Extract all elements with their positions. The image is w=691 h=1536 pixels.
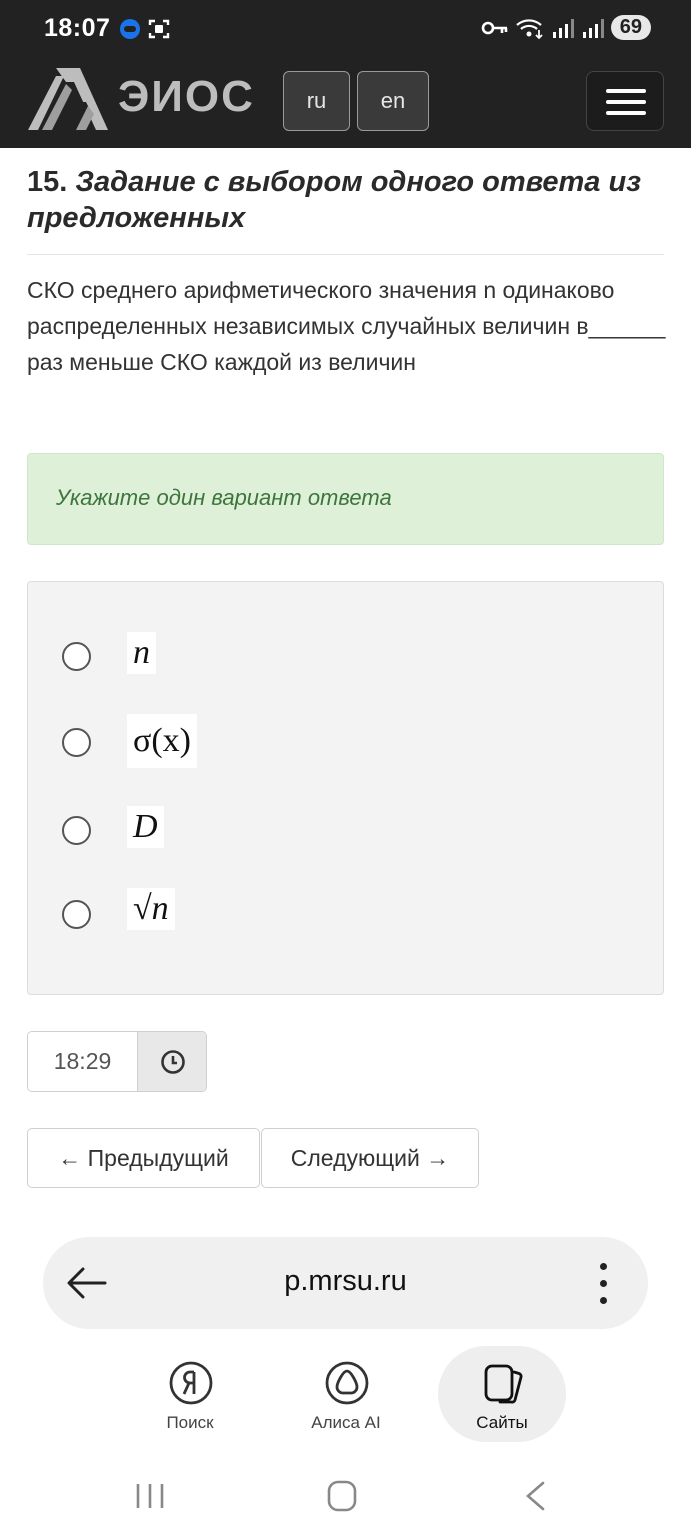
screenshot-icon bbox=[148, 19, 170, 39]
logo-icon[interactable] bbox=[26, 66, 110, 132]
previous-button[interactable]: ← Предыдущий bbox=[27, 1128, 260, 1188]
yandex-search-icon bbox=[169, 1361, 213, 1405]
alice-icon bbox=[325, 1361, 369, 1405]
tab-sites-label: Сайты bbox=[476, 1413, 528, 1432]
menu-button[interactable] bbox=[586, 71, 664, 131]
option-3[interactable]: D bbox=[62, 796, 462, 866]
question-title: 15. Задание с выбором одного ответа из п… bbox=[27, 164, 667, 236]
option-1-formula: n bbox=[127, 632, 156, 674]
address-bar[interactable]: p.mrsu.ru bbox=[43, 1237, 648, 1329]
hint-box: Укажите один вариант ответа bbox=[27, 453, 664, 545]
key-icon bbox=[481, 21, 508, 34]
option-2-formula: σ(x) bbox=[127, 714, 197, 768]
battery-indicator: 69 bbox=[610, 15, 651, 40]
option-1-radio[interactable] bbox=[62, 642, 91, 671]
url-text[interactable]: p.mrsu.ru bbox=[43, 1265, 648, 1298]
option-2[interactable]: σ(x) bbox=[62, 708, 462, 778]
option-3-radio[interactable] bbox=[62, 816, 91, 845]
option-2-radio[interactable] bbox=[62, 728, 91, 757]
timer: 18:29 bbox=[27, 1031, 207, 1092]
option-4-radio[interactable] bbox=[62, 900, 91, 929]
status-bar: 18:07 69 bbox=[0, 0, 691, 62]
tab-alice[interactable]: Алиса AI bbox=[282, 1346, 410, 1442]
tab-search[interactable]: Поиск bbox=[126, 1346, 254, 1442]
notification-icon bbox=[120, 19, 140, 39]
back-arrow-icon[interactable] bbox=[65, 1263, 109, 1303]
option-3-formula: D bbox=[127, 806, 164, 848]
option-1[interactable]: n bbox=[62, 622, 462, 692]
hint-text: Укажите один вариант ответа bbox=[56, 485, 392, 510]
question-text: СКО среднего арифметического значения n … bbox=[27, 277, 666, 375]
logo-text[interactable]: ЭИОС bbox=[118, 72, 255, 122]
sites-icon bbox=[484, 1364, 523, 1404]
timer-value: 18:29 bbox=[28, 1032, 137, 1091]
status-time: 18:07 bbox=[44, 14, 111, 42]
menu-icon bbox=[606, 89, 646, 93]
answer-options: n σ(x) D √n bbox=[27, 581, 664, 995]
clock-icon[interactable] bbox=[137, 1032, 206, 1091]
question-type: Задание с выбором одного ответа из предл… bbox=[27, 166, 642, 234]
next-button[interactable]: Следующий → bbox=[261, 1128, 479, 1188]
home-icon[interactable] bbox=[326, 1479, 358, 1513]
option-4[interactable]: √n bbox=[62, 880, 462, 950]
option-4-formula: √n bbox=[127, 888, 175, 930]
recent-apps-icon[interactable] bbox=[134, 1482, 166, 1510]
wifi-icon bbox=[516, 18, 543, 39]
signal-icon-2 bbox=[582, 18, 604, 38]
app-header: ЭИОС ru en bbox=[0, 62, 691, 148]
question-number: 15. bbox=[27, 166, 68, 198]
signal-icon-1 bbox=[552, 18, 574, 38]
tab-search-label: Поиск bbox=[166, 1413, 214, 1432]
lang-en-button[interactable]: en bbox=[357, 71, 429, 131]
lang-ru-button[interactable]: ru bbox=[283, 71, 350, 131]
tab-alice-label: Алиса AI bbox=[311, 1413, 381, 1432]
tab-sites[interactable]: Сайты bbox=[438, 1346, 566, 1442]
status-right: 69 bbox=[481, 15, 651, 40]
system-navigation bbox=[0, 1462, 691, 1536]
divider bbox=[27, 254, 664, 255]
back-nav-icon[interactable] bbox=[522, 1480, 548, 1512]
more-options-icon[interactable] bbox=[593, 1263, 613, 1305]
